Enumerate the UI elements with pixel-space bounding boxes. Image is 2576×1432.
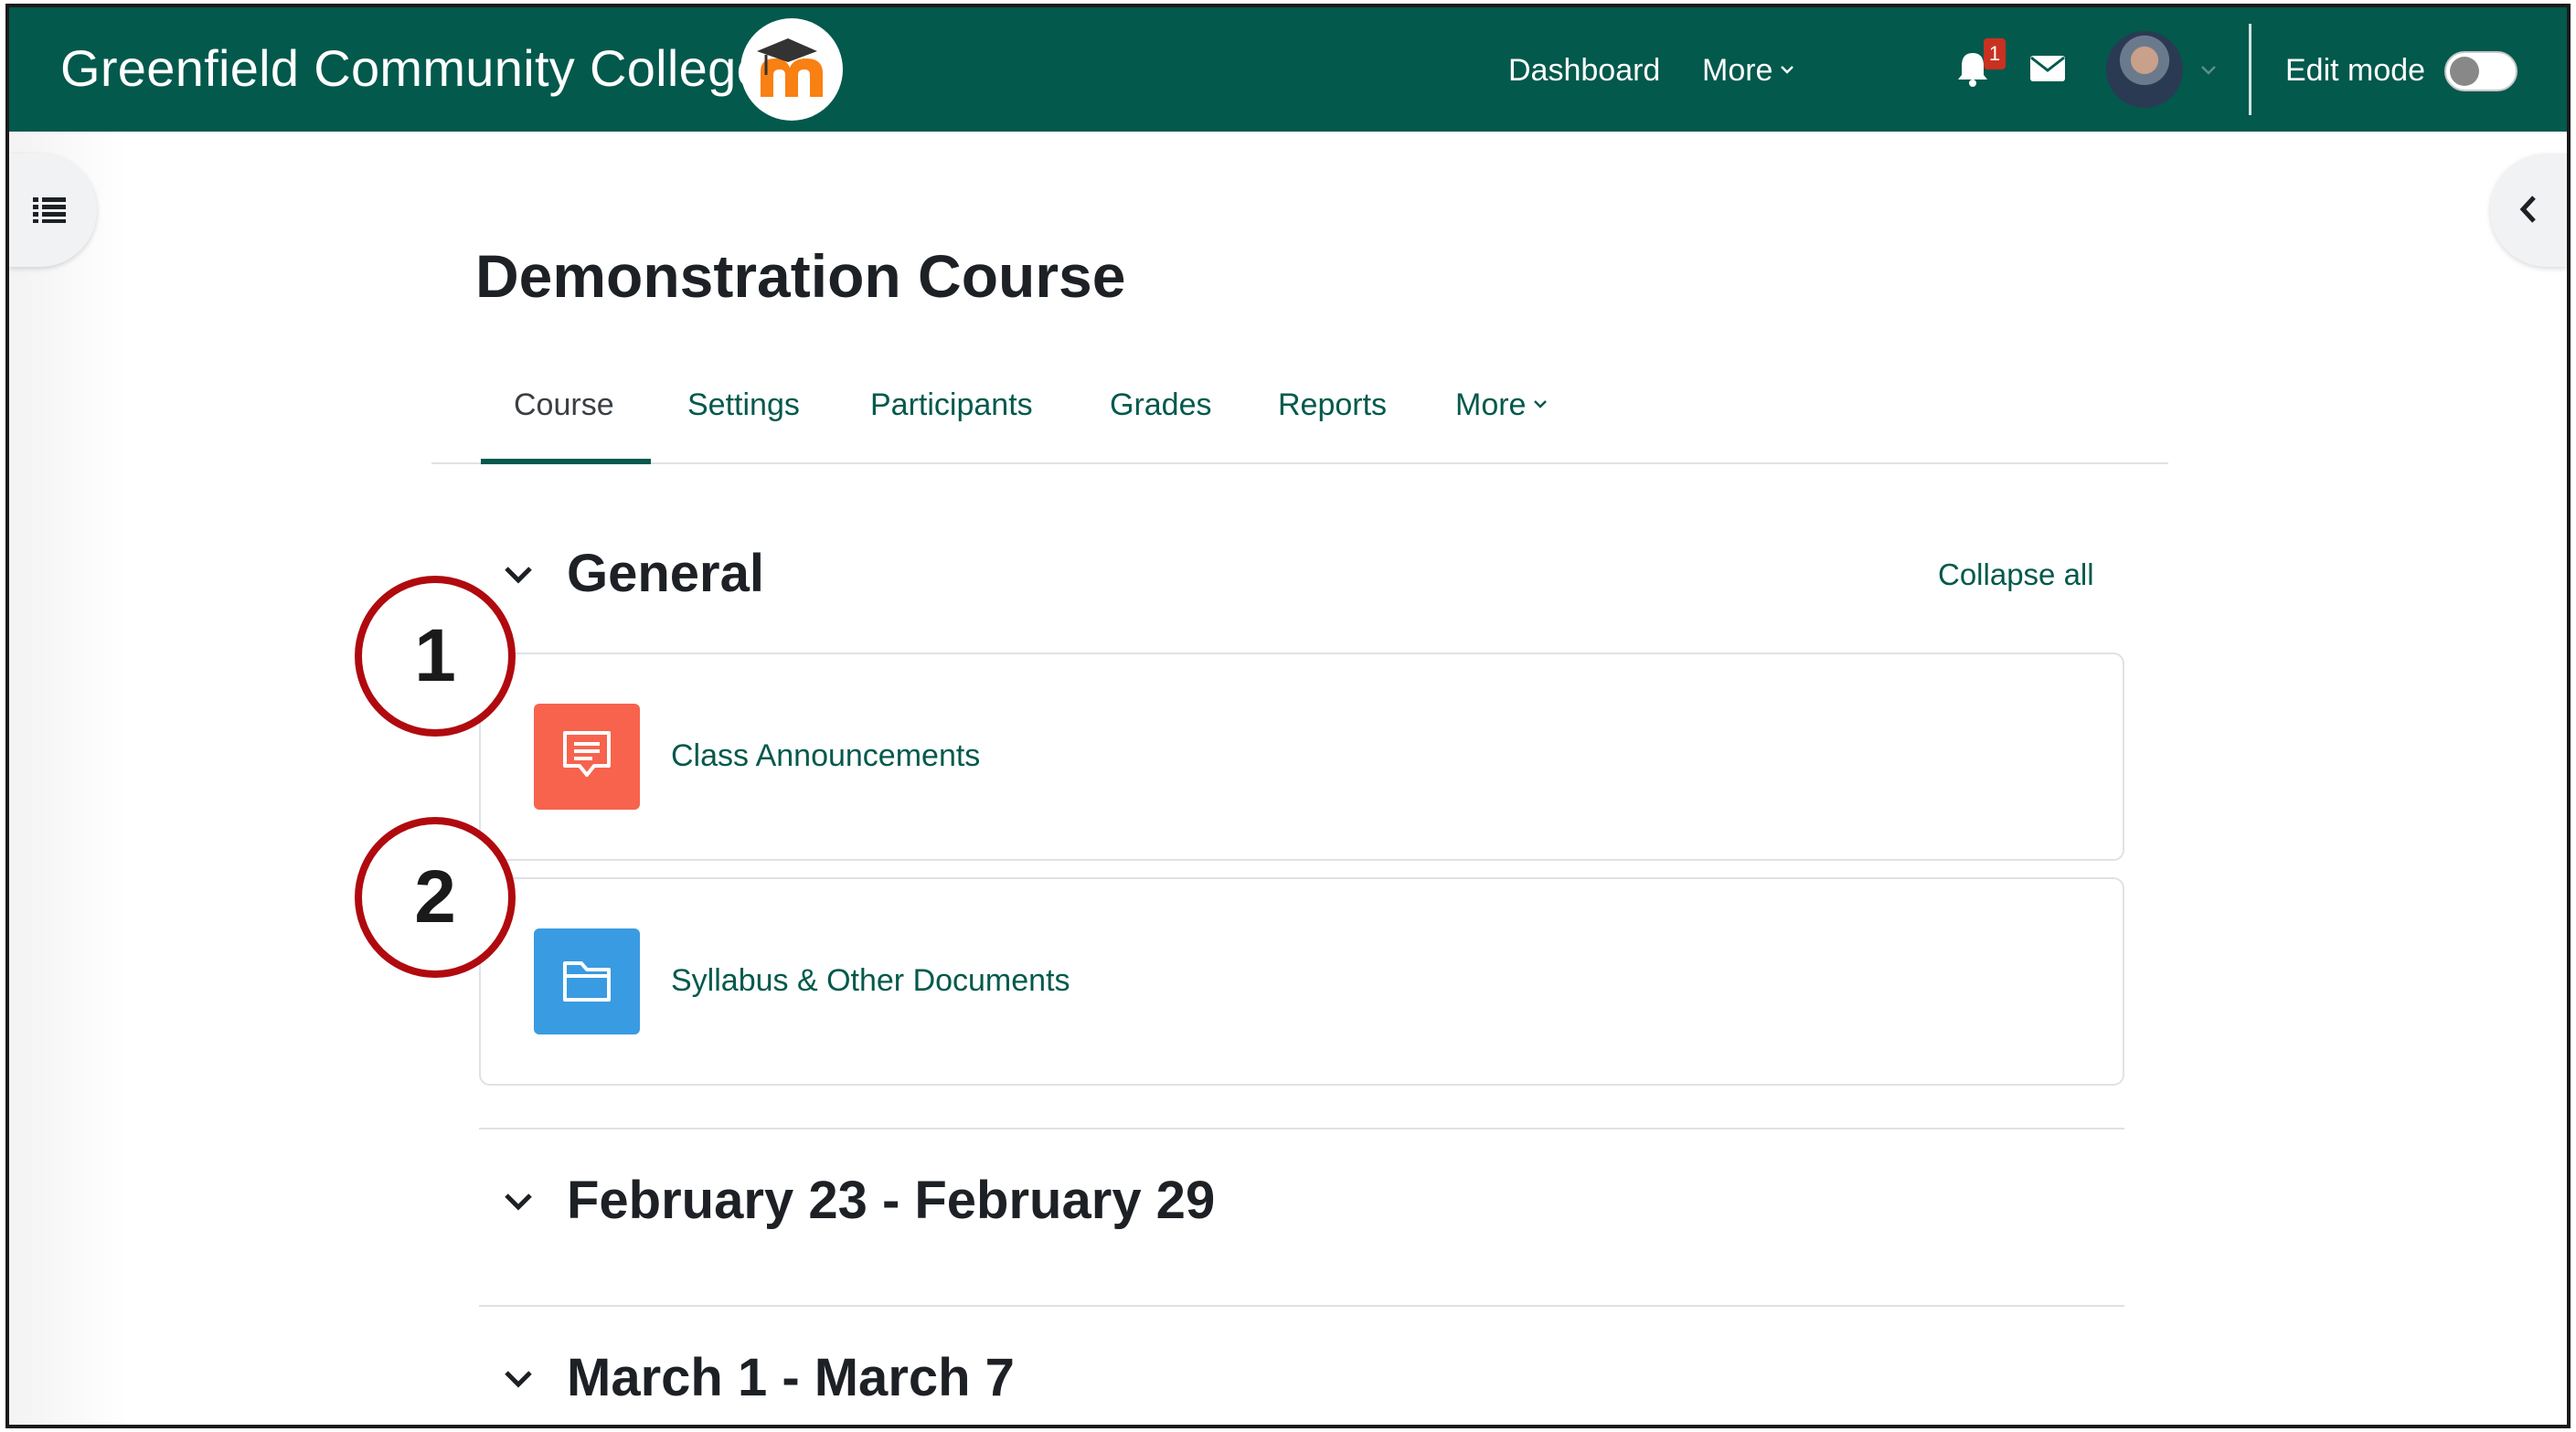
section-title: General <box>567 544 764 603</box>
toggle-knob <box>2450 57 2479 86</box>
chevron-down-icon <box>505 1193 532 1211</box>
nav-divider <box>2249 24 2251 115</box>
activity-class-announcements: Class Announcements <box>479 652 2124 861</box>
mail-icon[interactable] <box>2029 55 2066 82</box>
browser-frame: Greenfield Community College Dashboard M… <box>5 4 2571 1428</box>
activity-link[interactable]: Class Announcements <box>671 738 980 774</box>
section-divider <box>479 1305 2124 1307</box>
tab-settings[interactable]: Settings <box>687 387 800 423</box>
callout-number: 1 <box>414 614 456 697</box>
site-name[interactable]: Greenfield Community College <box>60 38 765 98</box>
chevron-left-icon <box>2519 196 2536 223</box>
nav-more-label: More <box>1702 53 1773 88</box>
moodle-logo-icon <box>757 38 823 97</box>
left-gutter <box>9 132 128 1425</box>
activity-icon-tile[interactable] <box>534 704 640 810</box>
section-divider <box>479 1128 2124 1130</box>
tab-more[interactable]: More <box>1455 387 1548 423</box>
page-title: Demonstration Course <box>475 242 1126 310</box>
list-icon <box>33 197 66 223</box>
edit-mode-toggle[interactable] <box>2444 51 2517 91</box>
edit-mode-label: Edit mode <box>2285 53 2426 88</box>
chevron-down-icon <box>1781 66 1794 74</box>
chevron-down-icon <box>505 567 532 584</box>
user-avatar[interactable] <box>2106 31 2183 108</box>
activity-icon-tile[interactable] <box>534 928 640 1034</box>
tab-reports[interactable]: Reports <box>1278 387 1387 423</box>
section-title: March 1 - March 7 <box>567 1348 1015 1407</box>
tab-grades[interactable]: Grades <box>1110 387 1212 423</box>
block-drawer-toggle[interactable] <box>2490 154 2567 267</box>
activity-syllabus-documents: Syllabus & Other Documents <box>479 877 2124 1086</box>
section-title: February 23 - February 29 <box>567 1171 1216 1230</box>
active-tab-indicator <box>481 459 651 464</box>
nav-more-menu[interactable]: More <box>1702 53 1794 89</box>
callout-1: 1 <box>355 576 516 737</box>
callout-number: 2 <box>414 855 456 939</box>
activity-link[interactable]: Syllabus & Other Documents <box>671 963 1070 999</box>
chevron-down-icon[interactable] <box>2199 64 2218 77</box>
callout-2: 2 <box>355 817 516 978</box>
collapse-all-link[interactable]: Collapse all <box>1938 557 2094 592</box>
tab-more-label: More <box>1455 387 1527 422</box>
course-tabs: Course Settings Participants Grades Repo… <box>431 382 2168 464</box>
tab-participants[interactable]: Participants <box>870 387 1033 423</box>
chevron-down-icon <box>1534 400 1548 408</box>
forum-icon <box>563 731 611 777</box>
chevron-down-icon <box>505 1371 532 1388</box>
nav-dashboard-link[interactable]: Dashboard <box>1508 53 1660 89</box>
tab-course[interactable]: Course <box>514 387 614 423</box>
moodle-logo[interactable] <box>740 18 843 121</box>
folder-icon <box>563 961 611 1002</box>
top-navbar: Greenfield Community College Dashboard M… <box>9 7 2567 132</box>
notification-badge: 1 <box>1984 38 2006 69</box>
